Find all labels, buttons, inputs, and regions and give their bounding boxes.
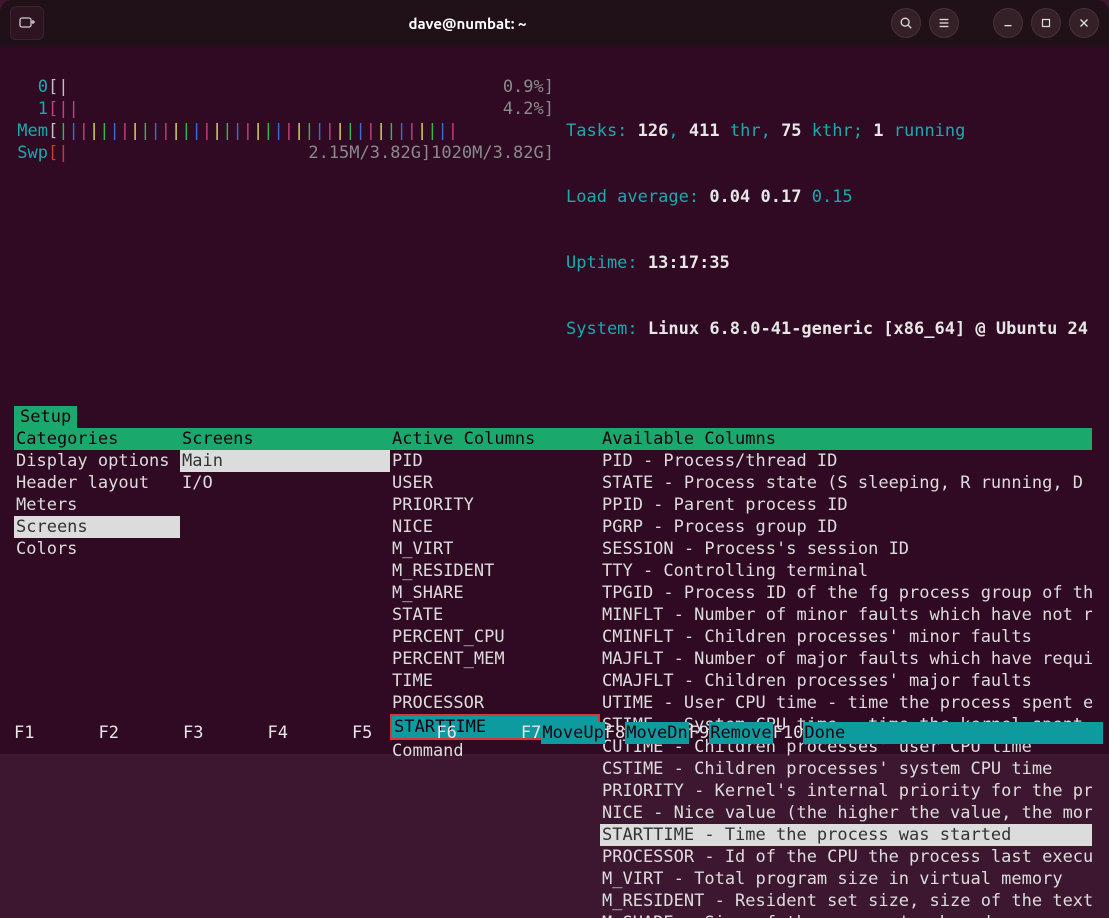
list-item[interactable]: TPGID - Process ID of the fg process gro… xyxy=(600,582,1092,604)
window-title: dave@numbat: ~ xyxy=(52,15,883,32)
cpu0-meter: 0[|0.9%] xyxy=(14,76,554,98)
close-icon xyxy=(1077,16,1091,30)
list-item[interactable]: PERCENT_MEM xyxy=(390,648,600,670)
hamburger-icon xyxy=(937,16,951,30)
list-item[interactable]: Meters xyxy=(14,494,180,516)
minimize-icon xyxy=(1001,16,1015,30)
list-item[interactable]: PRIORITY - Kernel's internal priority fo… xyxy=(600,780,1092,802)
fkey-f9[interactable]: F9Remove xyxy=(689,722,773,744)
fkey-f2[interactable]: F2 xyxy=(98,722,182,744)
fkey-f10[interactable]: F10Done xyxy=(773,722,1104,744)
search-icon xyxy=(899,16,913,30)
list-item[interactable]: M_VIRT xyxy=(390,538,600,560)
list-item[interactable]: M_VIRT - Total program size in virtual m… xyxy=(600,868,1092,890)
list-item[interactable]: MAJFLT - Number of major faults which ha… xyxy=(600,648,1092,670)
available-columns-header: Available Columns xyxy=(600,428,1092,450)
list-item[interactable]: Main xyxy=(180,450,390,472)
list-item[interactable]: MINFLT - Number of minor faults which ha… xyxy=(600,604,1092,626)
list-item[interactable]: Display options xyxy=(14,450,180,472)
fkey-f3[interactable]: F3 xyxy=(183,722,267,744)
list-item[interactable]: PRIORITY xyxy=(390,494,600,516)
menu-button[interactable] xyxy=(929,8,959,38)
list-item[interactable]: M_RESIDENT xyxy=(390,560,600,582)
list-item[interactable]: NICE xyxy=(390,516,600,538)
list-item[interactable]: Header layout xyxy=(14,472,180,494)
list-item[interactable]: M_RESIDENT - Resident set size, size of … xyxy=(600,890,1092,912)
list-item[interactable]: UTIME - User CPU time - time the process… xyxy=(600,692,1092,714)
load-line: Load average: 0.04 0.17 0.15 xyxy=(566,186,1095,208)
list-item[interactable]: CMINFLT - Children processes' minor faul… xyxy=(600,626,1092,648)
tasks-line: Tasks: 126, 411 thr, 75 kthr; 1 running xyxy=(566,120,1095,142)
fkey-f5[interactable]: F5 xyxy=(352,722,436,744)
active-columns-panel[interactable]: Active Columns PIDUSERPRIORITYNICEM_VIRT… xyxy=(390,428,600,918)
active-columns-header: Active Columns xyxy=(390,428,600,450)
list-item[interactable]: PID xyxy=(390,450,600,472)
function-key-bar[interactable]: F1F2F3F4F5F6F7MoveUpF8MoveDnF9RemoveF10D… xyxy=(14,722,1095,744)
categories-header: Categories xyxy=(14,428,180,450)
list-item[interactable]: PPID - Parent process ID xyxy=(600,494,1092,516)
categories-panel[interactable]: Categories Display optionsHeader layoutM… xyxy=(14,428,180,918)
mem-meter: Mem[||||||||||||||||||||||||||||||||||||… xyxy=(14,120,554,142)
fkey-f8[interactable]: F8MoveDn xyxy=(605,722,689,744)
list-item[interactable]: PROCESSOR - Id of the CPU the process la… xyxy=(600,846,1092,868)
setup-tab[interactable]: Setup xyxy=(14,406,77,428)
fkey-f7[interactable]: F7MoveUp xyxy=(521,722,605,744)
maximize-button[interactable] xyxy=(1031,8,1061,38)
uptime-line: Uptime: 13:17:35 xyxy=(566,252,1095,274)
list-item[interactable]: STATE xyxy=(390,604,600,626)
screens-panel[interactable]: Screens MainI/O xyxy=(180,428,390,918)
list-item[interactable]: CSTIME - Children processes' system CPU … xyxy=(600,758,1092,780)
fkey-f1[interactable]: F1 xyxy=(14,722,98,744)
new-tab-button[interactable] xyxy=(10,6,44,40)
terminal-body[interactable]: 0[|0.9%] 1[||4.2%] Mem[|||||||||||||||||… xyxy=(0,46,1109,754)
setup-panels: Categories Display optionsHeader layoutM… xyxy=(14,428,1095,918)
list-item[interactable]: STATE - Process state (S sleeping, R run… xyxy=(600,472,1092,494)
list-item[interactable]: NICE - Nice value (the higher the value,… xyxy=(600,802,1092,824)
cpu1-meter: 1[||4.2%] xyxy=(14,98,554,120)
search-button[interactable] xyxy=(891,8,921,38)
system-line: System: Linux 6.8.0-41-generic [x86_64] … xyxy=(566,318,1095,340)
list-item[interactable]: STARTTIME - Time the process was started xyxy=(600,824,1092,846)
list-item[interactable]: PERCENT_CPU xyxy=(390,626,600,648)
list-item[interactable]: Colors xyxy=(14,538,180,560)
available-columns-panel[interactable]: Available Columns PID - Process/thread I… xyxy=(600,428,1092,918)
list-item[interactable]: PID - Process/thread ID xyxy=(600,450,1092,472)
maximize-icon xyxy=(1039,16,1053,30)
list-item[interactable]: M_SHARE - Size of the process's shared p… xyxy=(600,912,1092,918)
titlebar: dave@numbat: ~ xyxy=(0,0,1109,46)
screens-header: Screens xyxy=(180,428,390,450)
list-item[interactable]: SESSION - Process's session ID xyxy=(600,538,1092,560)
list-item[interactable]: TIME xyxy=(390,670,600,692)
list-item[interactable]: PROCESSOR xyxy=(390,692,600,714)
list-item[interactable]: M_SHARE xyxy=(390,582,600,604)
list-item[interactable]: I/O xyxy=(180,472,390,494)
fkey-f4[interactable]: F4 xyxy=(267,722,351,744)
minimize-button[interactable] xyxy=(993,8,1023,38)
list-item[interactable]: USER xyxy=(390,472,600,494)
list-item[interactable]: CMAJFLT - Children processes' major faul… xyxy=(600,670,1092,692)
new-tab-icon xyxy=(19,15,35,31)
list-item[interactable]: Screens xyxy=(14,516,180,538)
list-item[interactable]: TTY - Controlling terminal xyxy=(600,560,1092,582)
close-button[interactable] xyxy=(1069,8,1099,38)
fkey-f6[interactable]: F6 xyxy=(436,722,520,744)
list-item[interactable]: PGRP - Process group ID xyxy=(600,516,1092,538)
